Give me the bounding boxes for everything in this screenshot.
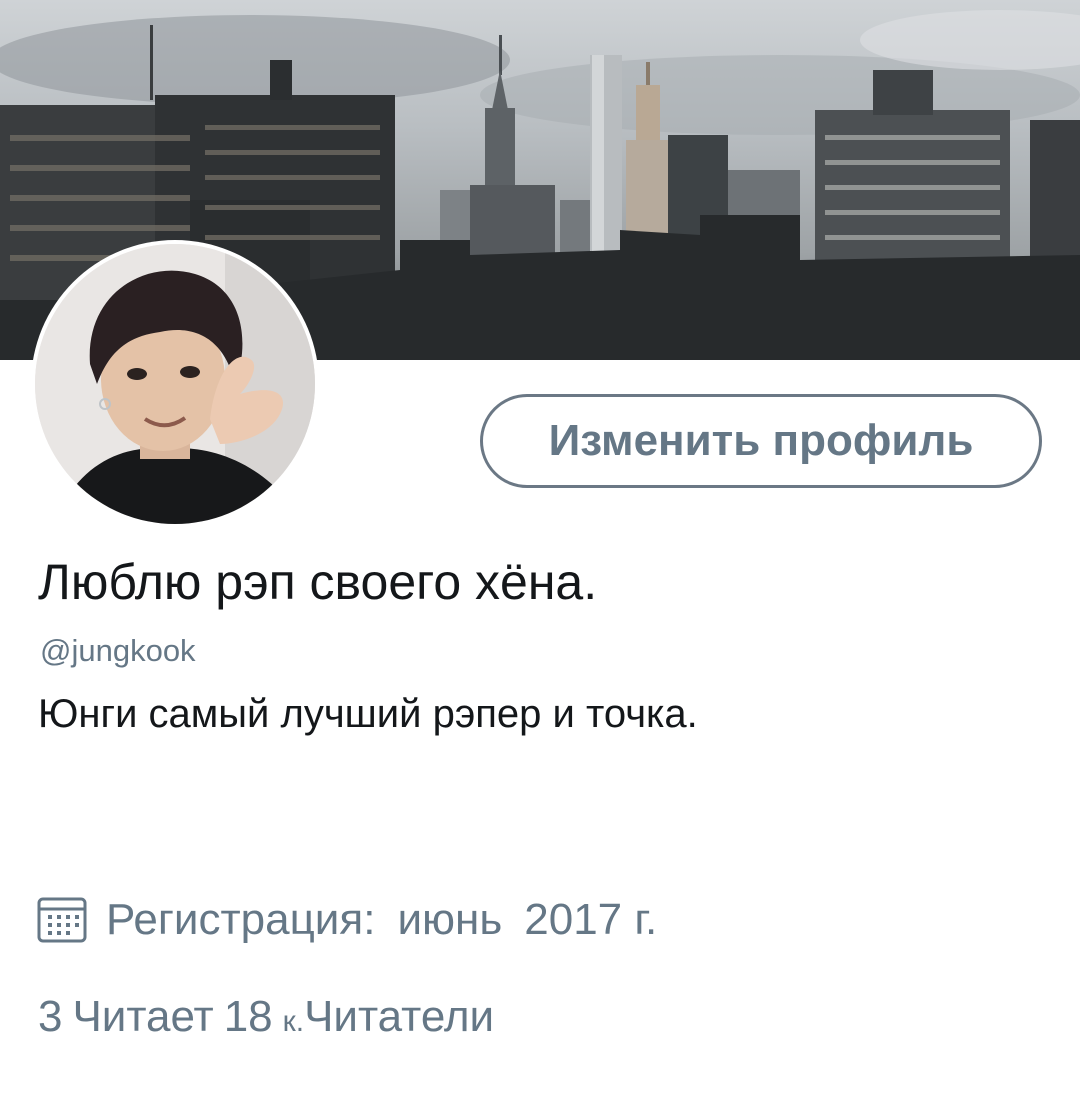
followers-label[interactable]: Читатели — [304, 992, 494, 1042]
edit-profile-button[interactable]: Изменить профиль — [480, 394, 1042, 488]
following-count[interactable]: 3 — [38, 992, 62, 1042]
calendar-icon — [37, 897, 87, 943]
join-date-label: Регистрация: — [106, 895, 376, 944]
followers-suffix: к. — [282, 1005, 305, 1038]
username-handle: @jungkook — [40, 633, 196, 668]
join-date: Регистрация: июнь 2017 г. — [36, 890, 657, 950]
join-date-month: июнь — [397, 895, 503, 944]
avatar-image — [35, 244, 315, 524]
display-name: Люблю рэп своего хёна. — [38, 554, 598, 610]
following-label[interactable]: Читает — [72, 992, 213, 1042]
followers-count[interactable]: 18 — [224, 992, 273, 1042]
profile-avatar[interactable] — [31, 240, 319, 528]
join-date-year: 2017 г. — [524, 895, 658, 944]
profile-bio: Юнги самый лучший рэпер и точка. — [38, 692, 698, 736]
profile-stats: 3 Читает 18 к. Читатели — [38, 992, 494, 1052]
